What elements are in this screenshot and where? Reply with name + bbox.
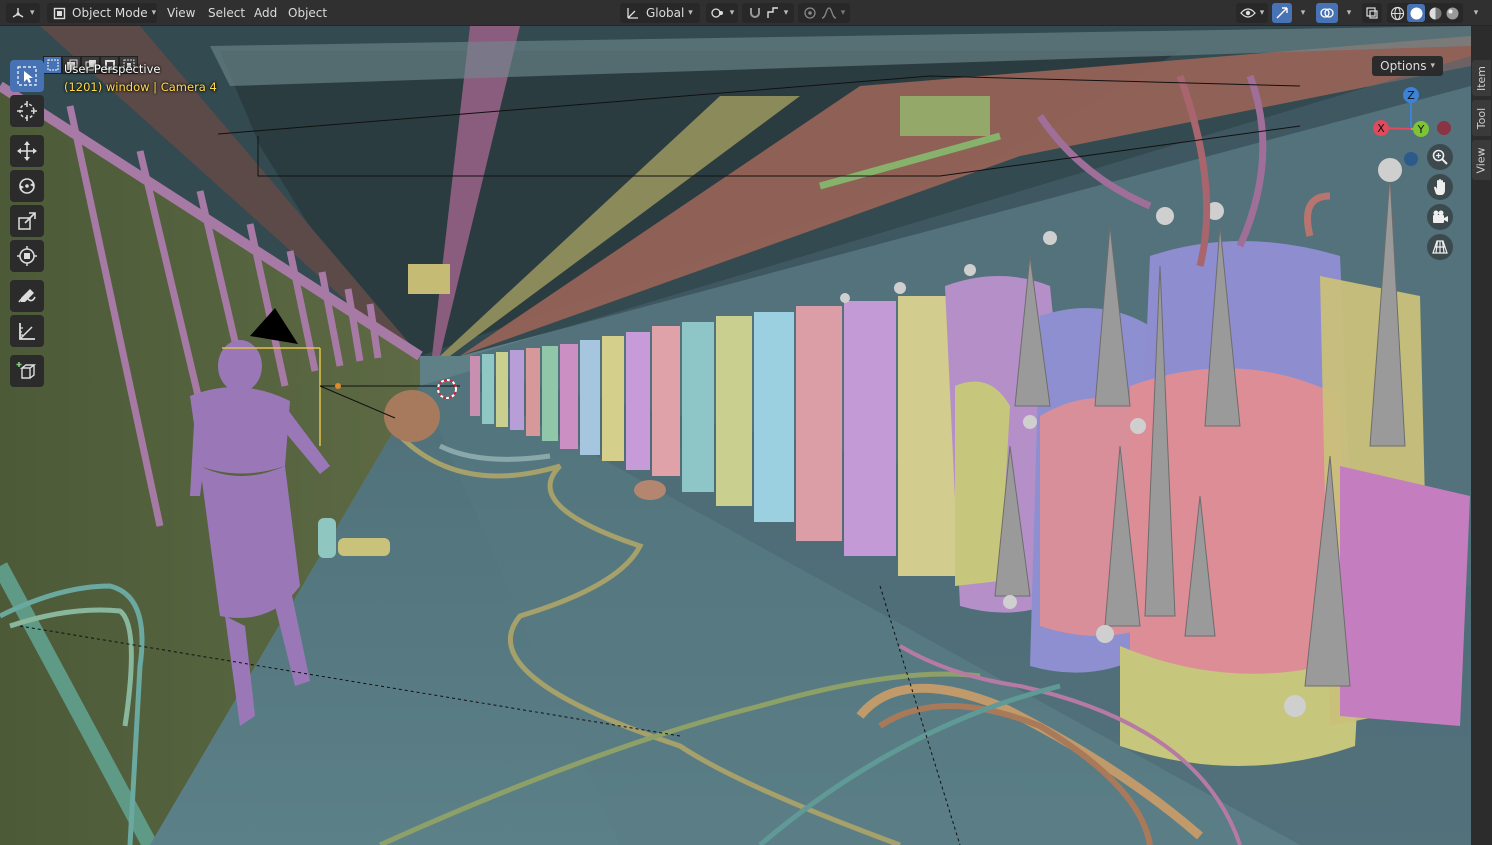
xray-icon — [1365, 6, 1379, 20]
chevron-down-icon: ▾ — [1473, 8, 1479, 18]
magnet-icon — [748, 6, 762, 20]
select-box-icon — [17, 66, 37, 86]
snap-toggle[interactable]: ▾ — [742, 3, 794, 23]
ortho-grid-icon — [1432, 240, 1448, 254]
xray-toggle[interactable] — [1362, 3, 1382, 23]
axis-neg-x-icon[interactable] — [1437, 121, 1451, 135]
proportional-editing-icon — [803, 6, 817, 20]
chevron-down-icon: ▾ — [1430, 61, 1435, 71]
material-preview-icon[interactable] — [1428, 6, 1443, 21]
mode-label: Object Mode — [72, 6, 148, 20]
viewport-info: User Perspective (1201) window | Camera … — [64, 60, 217, 96]
chevron-down-icon: ▾ — [1300, 8, 1306, 18]
chevron-down-icon: ▾ — [1346, 8, 1352, 18]
transform-tool[interactable] — [10, 240, 44, 272]
gizmo-arrows-icon — [1275, 6, 1289, 20]
axis-neg-z-icon[interactable] — [1404, 152, 1418, 166]
overlays-dropdown[interactable]: ▾ — [1340, 3, 1354, 23]
gizmo-dropdown[interactable]: ▾ — [1294, 3, 1308, 23]
rotate-icon — [19, 178, 35, 194]
options-label: Options — [1380, 59, 1427, 73]
pivot-icon — [710, 6, 726, 20]
solid-shading-icon[interactable] — [1407, 4, 1426, 22]
menu-view[interactable]: View — [163, 3, 199, 23]
chevron-down-icon: ▾ — [840, 8, 846, 18]
viewport-header: ▾ Object Mode ▾ View Select Add Object G… — [0, 0, 1492, 26]
shading-mode-group — [1387, 3, 1463, 23]
editor-type-selector[interactable]: ▾ — [6, 3, 40, 23]
pan-hand-icon — [1434, 179, 1445, 195]
zoom-icon — [1432, 149, 1448, 165]
scale-icon — [18, 212, 36, 230]
sphere-prop — [384, 390, 440, 442]
axis-z-icon[interactable]: Z — [1403, 87, 1419, 103]
camera-view-button[interactable] — [1427, 204, 1453, 230]
move-tool[interactable] — [10, 135, 44, 167]
object-mode-icon — [53, 7, 66, 20]
chevron-down-icon: ▾ — [783, 8, 789, 18]
select-new-icon[interactable] — [43, 56, 62, 74]
chevron-down-icon: ▾ — [688, 8, 693, 18]
gizmo-toggle[interactable] — [1272, 3, 1292, 23]
wireframe-shading-icon[interactable] — [1390, 6, 1405, 21]
axis-y-icon[interactable]: Y — [1413, 121, 1429, 137]
select-box-tool[interactable] — [10, 60, 44, 92]
transform-orientation-dropdown[interactable]: Global ▾ — [620, 3, 700, 23]
transform-icon — [17, 246, 37, 266]
move-icon — [17, 141, 37, 161]
falloff-curve-icon — [821, 6, 837, 20]
scene-render — [0, 26, 1471, 845]
svg-text:X: X — [1377, 122, 1385, 135]
cursor-icon — [17, 101, 37, 121]
annotate-tool[interactable] — [10, 280, 44, 312]
menu-add[interactable]: Add — [250, 3, 281, 23]
measure-icon — [19, 323, 35, 340]
tab-tool-label: Tool — [1475, 107, 1488, 129]
chevron-down-icon: ▾ — [729, 8, 735, 18]
chevron-down-icon: ▾ — [30, 8, 35, 18]
rotate-tool[interactable] — [10, 170, 44, 202]
chevron-down-icon: ▾ — [151, 8, 157, 18]
rendered-shading-icon[interactable] — [1445, 6, 1460, 21]
viewport-perspective-label: User Perspective — [64, 62, 161, 76]
add-cube-icon — [16, 362, 37, 379]
tab-view[interactable]: View — [1472, 140, 1491, 180]
overlays-toggle[interactable] — [1316, 3, 1338, 23]
menu-object[interactable]: Object — [284, 3, 331, 23]
measure-tool[interactable] — [10, 315, 44, 347]
svg-text:Z: Z — [1407, 89, 1415, 102]
tab-tool[interactable]: Tool — [1472, 100, 1491, 136]
sidebar-tabs: Item Tool View — [1471, 26, 1492, 845]
proportional-editing-toggle[interactable]: ▾ — [798, 3, 850, 23]
3d-viewport[interactable]: Options ▾ User Perspective (1201) window… — [0, 26, 1471, 845]
scale-tool[interactable] — [10, 205, 44, 237]
tab-view-label: View — [1475, 146, 1489, 174]
overlays-icon — [1320, 6, 1334, 20]
pan-button[interactable] — [1427, 174, 1453, 200]
axis-x-icon[interactable]: X — [1373, 120, 1389, 136]
chevron-down-icon: ▾ — [1259, 8, 1265, 18]
viewport-frame-object-label: (1201) window | Camera 4 — [64, 80, 217, 94]
options-dropdown[interactable]: Options ▾ — [1372, 56, 1443, 76]
tab-item[interactable]: Item — [1472, 60, 1491, 96]
tab-item-label: Item — [1475, 65, 1489, 91]
mode-dropdown[interactable]: Object Mode ▾ — [47, 3, 157, 23]
zoom-button[interactable] — [1427, 144, 1453, 170]
orientation-label: Global — [646, 6, 685, 20]
ortho-toggle-button[interactable] — [1427, 234, 1453, 260]
add-cube-tool[interactable] — [10, 355, 44, 387]
visibility-dropdown[interactable]: ▾ — [1236, 3, 1268, 23]
camera-view-icon — [1433, 210, 1448, 223]
eye-icon — [1239, 7, 1256, 19]
cursor-tool[interactable] — [10, 95, 44, 127]
svg-text:Y: Y — [1417, 123, 1425, 136]
snap-increment-icon — [766, 6, 780, 20]
editor-type-3d-viewport-icon — [10, 6, 26, 20]
orientation-axes-icon — [626, 6, 640, 20]
annotate-icon — [18, 289, 36, 303]
menu-select[interactable]: Select — [204, 3, 249, 23]
shading-dropdown[interactable]: ▾ — [1466, 3, 1482, 23]
pivot-point-dropdown[interactable]: ▾ — [706, 3, 738, 23]
